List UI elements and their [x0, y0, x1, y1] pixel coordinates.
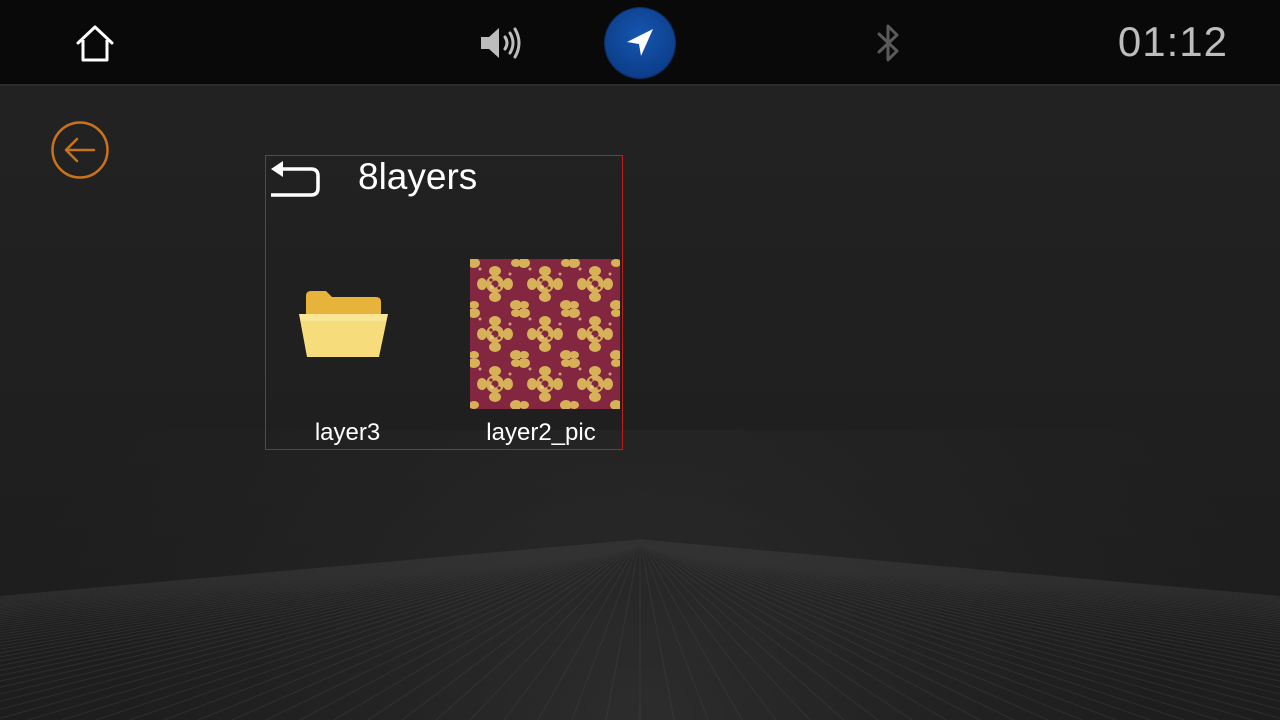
bluetooth-button[interactable] — [860, 14, 916, 72]
parent-folder-button[interactable] — [269, 159, 321, 199]
clock: 01:12 — [1117, 18, 1228, 65]
background-floor — [0, 430, 1280, 720]
list-item-folder[interactable]: layer3 — [266, 256, 426, 446]
navigation-button[interactable] — [605, 8, 675, 78]
bluetooth-icon — [877, 24, 899, 62]
top-bar: 01:12 — [0, 0, 1280, 86]
folder-title: 8layers — [358, 156, 478, 197]
file-browser: 8layers layer3 layer2_pic — [265, 155, 623, 450]
return-arrow-icon — [271, 161, 320, 197]
navigation-icon — [627, 29, 653, 56]
floral-pattern-thumbnail — [470, 259, 620, 409]
back-button[interactable] — [50, 120, 110, 180]
list-item-image[interactable]: layer2_pic — [461, 256, 621, 446]
item-label: layer3 — [314, 419, 381, 446]
arrow-left-circle-icon — [51, 121, 109, 179]
folder-icon — [299, 291, 388, 357]
home-button[interactable] — [66, 14, 124, 72]
screen: 01:12 8layers layer3 layer2_pic — [0, 0, 1280, 720]
home-icon — [76, 25, 114, 62]
volume-button[interactable] — [472, 14, 530, 72]
volume-icon — [481, 27, 521, 59]
item-label: layer2_pic — [486, 419, 596, 446]
